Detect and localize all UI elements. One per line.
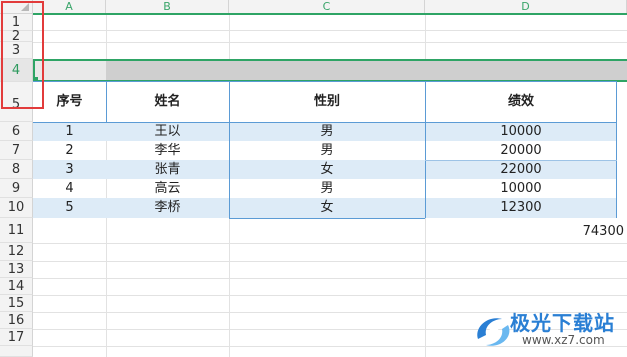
header-cell-gender[interactable]: 性别 (229, 82, 425, 122)
row-header[interactable]: 12 (0, 243, 33, 261)
header-cell-performance[interactable]: 绩效 (425, 82, 617, 122)
row-header[interactable]: 11 (0, 218, 33, 243)
column-selection-line (33, 13, 627, 15)
table-cell[interactable]: 男 (229, 179, 425, 198)
table-cell[interactable]: 10000 (425, 179, 617, 198)
table-cell[interactable]: 20000 (425, 141, 617, 160)
gridline (33, 261, 627, 262)
column-header-b[interactable]: B (106, 0, 229, 14)
watermark-name: 极光下载站 (510, 311, 615, 335)
table-border (33, 81, 617, 82)
table-cell[interactable]: 1 (33, 122, 106, 141)
table-cell[interactable]: 男 (229, 141, 425, 160)
row-header[interactable]: 15 (0, 295, 33, 312)
table-cell[interactable]: 男 (229, 122, 425, 141)
table-cell[interactable]: 5 (33, 198, 106, 218)
table-cell[interactable]: 高云 (106, 179, 229, 198)
table-cell[interactable]: 4 (33, 179, 106, 198)
table-cell[interactable]: 李华 (106, 141, 229, 160)
row-header[interactable]: 13 (0, 261, 33, 278)
table-border (106, 82, 107, 122)
selection-border-top (33, 59, 627, 61)
table-cell[interactable]: 12300 (425, 198, 617, 218)
highlight-box (1, 1, 44, 109)
table-border (229, 218, 425, 219)
spreadsheet-grid[interactable]: A B C D 1 2 3 4 5 6 7 8 9 10 11 12 13 14… (0, 0, 627, 357)
gridline (33, 30, 627, 31)
table-cell[interactable]: 李桥 (106, 198, 229, 218)
row-header[interactable]: 9 (0, 179, 33, 198)
table-cell[interactable]: 王以 (106, 122, 229, 141)
header-cell-name[interactable]: 姓名 (106, 82, 229, 122)
row-header[interactable]: 16 (0, 312, 33, 329)
row-header[interactable] (0, 346, 33, 357)
row-header[interactable]: 8 (0, 160, 33, 179)
gridline (33, 243, 627, 244)
row-header[interactable]: 17 (0, 329, 33, 346)
total-cell[interactable]: 74300 (425, 222, 624, 242)
table-cell[interactable]: 张青 (106, 160, 229, 179)
row-header[interactable]: 14 (0, 278, 33, 295)
column-header-c[interactable]: C (229, 0, 425, 14)
column-header-d[interactable]: D (425, 0, 627, 14)
row-header[interactable]: 10 (0, 198, 33, 218)
row-header[interactable]: 6 (0, 122, 33, 141)
table-cell[interactable]: 女 (229, 160, 425, 179)
gridline (33, 295, 627, 296)
gridline (33, 278, 627, 279)
watermark-url: www.xz7.com (522, 333, 605, 347)
gridline (33, 42, 627, 43)
table-cell[interactable]: 10000 (425, 122, 617, 141)
table-cell[interactable]: 2 (33, 141, 106, 160)
table-cell[interactable]: 22000 (425, 160, 617, 179)
table-cell[interactable]: 女 (229, 198, 425, 218)
table-cell[interactable]: 3 (33, 160, 106, 179)
selected-row-fill (106, 61, 627, 80)
row-header[interactable]: 7 (0, 141, 33, 160)
watermark-logo: 极光下载站 www.xz7.com (470, 305, 627, 357)
